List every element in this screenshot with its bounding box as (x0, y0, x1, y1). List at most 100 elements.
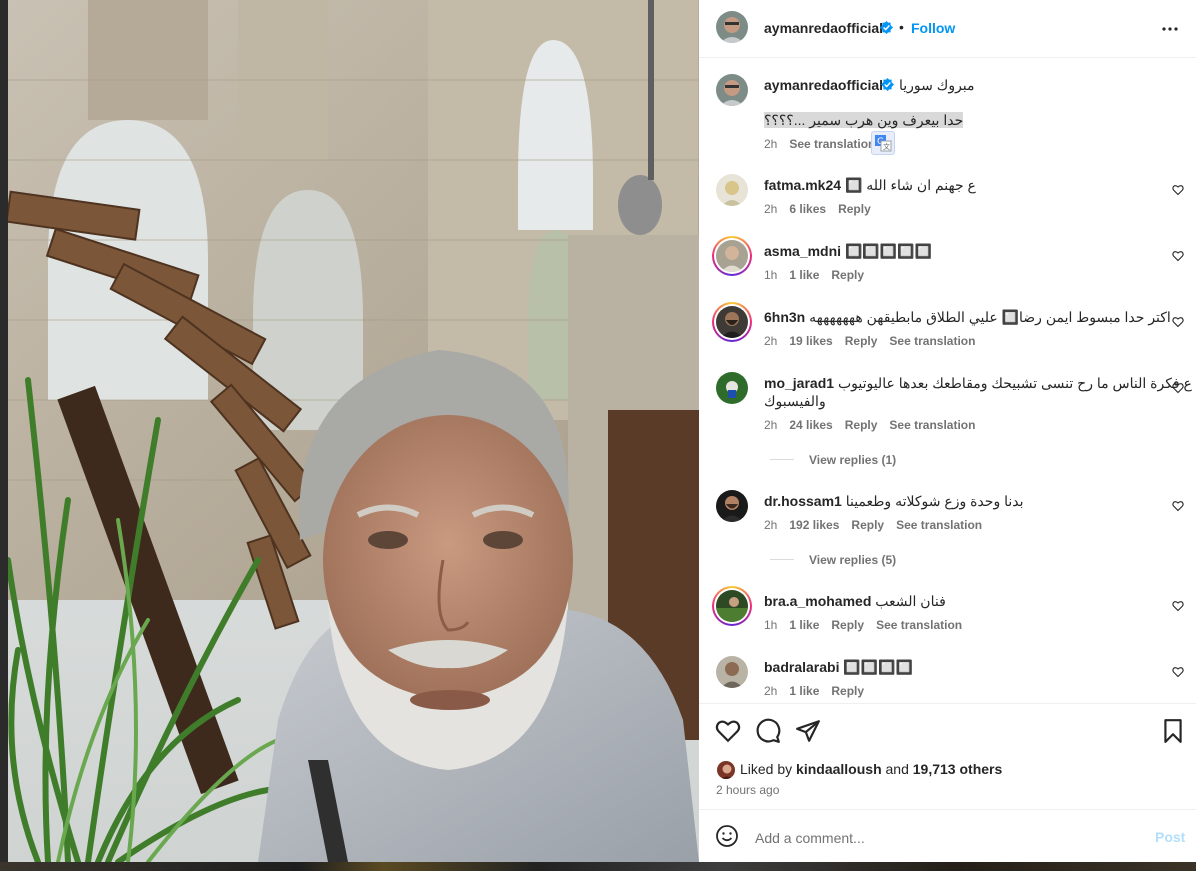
background-feed-strip (0, 862, 1196, 871)
comment-likes[interactable]: 1 like (789, 268, 819, 282)
commenter-avatar[interactable] (716, 240, 748, 272)
comment-meta: 1h 1 like Reply (764, 268, 876, 282)
comment-7: badralarabi 🔲🔲🔲🔲 (764, 659, 913, 676)
comment-like-icon[interactable] (1172, 316, 1184, 328)
comment-time: 2h (764, 418, 778, 432)
caption-meta: 2h See translation (764, 137, 887, 151)
caption-time: 2h (764, 137, 778, 151)
commenter-avatar[interactable] (716, 490, 748, 522)
heart-icon[interactable] (715, 718, 741, 744)
reply-button[interactable]: Reply (845, 334, 878, 348)
view-replies-button[interactable]: View replies (5) (809, 553, 896, 567)
post-photo[interactable] (8, 0, 699, 862)
liked-by-others[interactable]: 19,713 others (913, 761, 1003, 777)
svg-text:文: 文 (883, 142, 890, 151)
save-icon[interactable] (1160, 718, 1186, 744)
comment-likes[interactable]: 24 likes (789, 418, 832, 432)
emoji-icon[interactable] (715, 824, 739, 848)
reply-button[interactable]: Reply (831, 268, 864, 282)
liked-by-user[interactable]: kindaalloush (796, 761, 882, 777)
comment-5: dr.hossam1 بدنا وحدة وزع شوكلاته وطعمينا (764, 493, 1024, 510)
comment-like-icon[interactable] (1172, 250, 1184, 262)
commenter-avatar[interactable] (716, 590, 748, 622)
header-separator: • (899, 19, 904, 35)
comment-username[interactable]: badralarabi (764, 659, 839, 675)
liker-avatar[interactable] (716, 760, 736, 780)
comment-username[interactable]: asma_mdni (764, 243, 841, 259)
comment-likes[interactable]: 6 likes (789, 202, 826, 216)
see-translation-button[interactable]: See translation (889, 334, 975, 348)
comment-input[interactable] (755, 828, 1135, 848)
comment-likes[interactable]: 192 likes (789, 518, 839, 532)
comment-text: بدنا وحدة وزع شوكلاته وطعمينا (845, 493, 1024, 509)
caption-username[interactable]: aymanredaofficial (764, 77, 883, 93)
instagram-post-modal: aymanredaofficial • Follow aymanredaoffi… (0, 0, 1196, 871)
comment-meta: 2h 1 like Reply (764, 684, 876, 698)
follow-button[interactable]: Follow (911, 20, 955, 36)
caption-author[interactable]: aymanredaofficial (764, 77, 883, 93)
comment-like-icon[interactable] (1172, 382, 1184, 394)
commenter-avatar[interactable] (716, 306, 748, 338)
story-ring[interactable] (712, 236, 752, 276)
liked-by-prefix: Liked by (740, 761, 793, 777)
caption-author-avatar[interactable] (716, 74, 748, 106)
comment-likes[interactable]: 1 like (789, 618, 819, 632)
comment-like-icon[interactable] (1172, 666, 1184, 678)
comment-time: 1h (764, 618, 778, 632)
commenter-avatar[interactable] (716, 372, 748, 404)
comment-text: اكتر حدا مبسوط ايمن رضا🔲 عليي الطلاق ماب… (809, 309, 1171, 325)
translate-icon[interactable]: G文 (871, 131, 895, 155)
see-translation-button[interactable]: See translation (889, 418, 975, 432)
reply-button[interactable]: Reply (845, 418, 878, 432)
story-ring[interactable] (712, 302, 752, 342)
commenter-avatar[interactable] (716, 174, 748, 206)
comment-like-icon[interactable] (1172, 184, 1184, 196)
story-ring[interactable] (712, 586, 752, 626)
see-translation-button[interactable]: See translation (876, 618, 962, 632)
comment-likes[interactable]: 1 like (789, 684, 819, 698)
comment-text: ع جهنم ان شاء الله 🔲 (844, 177, 976, 193)
comment-time: 2h (764, 518, 778, 532)
comment-time: 2h (764, 202, 778, 216)
post-comment-button[interactable]: Post (1155, 829, 1185, 845)
author-username[interactable]: aymanredaofficial (764, 20, 883, 36)
see-translation-button[interactable]: See translation (896, 518, 982, 532)
more-icon[interactable] (1161, 20, 1179, 38)
view-replies-line (770, 459, 794, 460)
view-replies-line (770, 559, 794, 560)
comment-username[interactable]: bra.a_mohamed (764, 593, 871, 609)
comment-like-icon[interactable] (1172, 600, 1184, 612)
comment-like-icon[interactable] (1172, 500, 1184, 512)
post-time[interactable]: 2 hours ago (716, 783, 779, 797)
caption-text-line2-value: حدا بيعرف وين هرب سمير ...؟؟؟؟ (764, 112, 964, 128)
author-avatar[interactable] (716, 11, 748, 43)
comment-text: 🔲🔲🔲🔲 (843, 659, 914, 675)
comment-text: فنان الشعب (875, 593, 946, 609)
comment-username[interactable]: 6hn3n (764, 309, 805, 325)
comment-text-continued: والفيسبوك (764, 393, 826, 409)
reply-button[interactable]: Reply (838, 202, 871, 216)
view-replies-button[interactable]: View replies (1) (809, 453, 896, 467)
caption-see-translation[interactable]: See translation (789, 137, 875, 151)
comment-icon[interactable] (755, 718, 781, 744)
reply-button[interactable]: Reply (831, 618, 864, 632)
reply-button[interactable]: Reply (831, 684, 864, 698)
reply-button[interactable]: Reply (851, 518, 884, 532)
comment-meta: 2h 24 likes Reply See translation (764, 418, 987, 432)
comment-text: 🔲🔲🔲🔲🔲 (844, 243, 933, 259)
comment-6: bra.a_mohamed فنان الشعب (764, 593, 946, 610)
commenter-avatar[interactable] (716, 656, 748, 688)
verified-icon (880, 21, 893, 34)
comment-likes[interactable]: 19 likes (789, 334, 832, 348)
comments-list[interactable]: aymanredaofficial مبروك سوريا حدا بيعرف … (699, 58, 1196, 703)
comment-username[interactable]: dr.hossam1 (764, 493, 842, 509)
comment-username[interactable]: mo_jarad1 (764, 375, 834, 391)
liked-by-and: and (885, 761, 909, 777)
comment-username[interactable]: fatma.mk24 (764, 177, 841, 193)
caption-text-line1: مبروك سوريا (899, 77, 975, 93)
caption-text-line2: حدا بيعرف وين هرب سمير ...؟؟؟؟ (764, 112, 964, 129)
comment-1: fatma.mk24 ع جهنم ان شاء الله 🔲 (764, 177, 976, 194)
share-icon[interactable] (795, 718, 821, 744)
post-photo-illustration (8, 0, 699, 862)
post-actions: Liked by kindaalloush and 19,713 others … (699, 703, 1196, 809)
